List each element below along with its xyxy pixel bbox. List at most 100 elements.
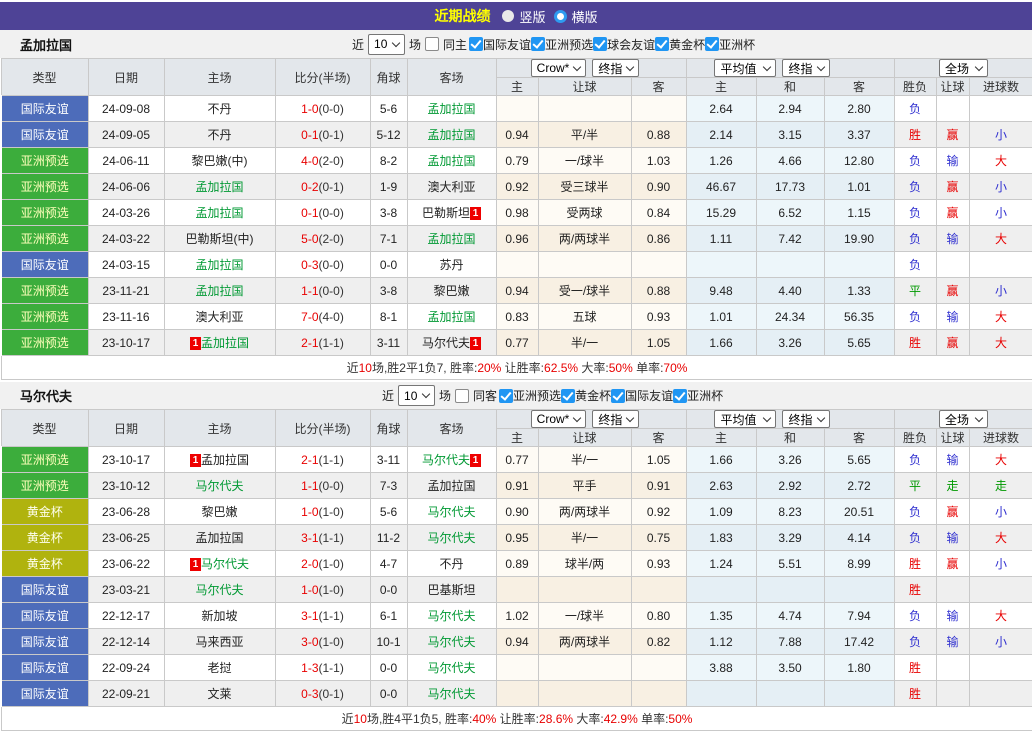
summary-text: 场,胜2平1负7, 胜率: (372, 361, 477, 375)
odds-away-cell: 0.88 (631, 122, 686, 148)
away-team: 不丹 (407, 551, 496, 577)
competition-checkbox[interactable] (655, 37, 669, 51)
home-team: 孟加拉国 (164, 200, 275, 226)
summary-text: 50% (609, 361, 633, 375)
avg-final-select[interactable]: 终指 (782, 410, 829, 428)
col-avg-away: 客 (824, 78, 894, 96)
odds-handicap-cell (538, 655, 631, 681)
scope-select[interactable]: 全场 (939, 59, 988, 77)
type-cell: 亚洲预选 (1, 304, 88, 330)
odds-home-cell: 1.02 (496, 603, 538, 629)
competition-filter[interactable]: 黄金杯 (655, 36, 705, 53)
result-wdl-cell: 平 (894, 473, 936, 499)
competition-checkbox[interactable] (499, 389, 513, 403)
avg-home-cell (686, 681, 756, 707)
competition-filter[interactable]: 亚洲预选 (499, 387, 561, 404)
competition-filter[interactable]: 亚洲杯 (705, 36, 755, 53)
competition-checkbox[interactable] (705, 37, 719, 51)
odds-source-select[interactable]: Crow* (531, 410, 587, 428)
col-corner: 角球 (370, 410, 407, 447)
near-label: 近 (352, 36, 364, 53)
avg-home-cell (686, 577, 756, 603)
home-team: 孟加拉国 (164, 278, 275, 304)
score-cell: 3-0(1-0) (275, 629, 370, 655)
match-row: 国际友谊22-12-17新加坡3-1(1-1)6-1马尔代夫1.02一/球半0.… (1, 603, 1032, 629)
team-section: 孟加拉国 近 10 场 同主 国际友谊亚洲预选球会友谊黄金杯亚洲杯 类型 日期 (0, 30, 1032, 380)
radio-selected-icon[interactable] (502, 10, 514, 22)
competition-filter[interactable]: 国际友谊 (469, 36, 531, 53)
odds-away-cell: 0.92 (631, 499, 686, 525)
col-home: 主场 (164, 59, 275, 96)
result-handicap-cell: 赢 (936, 551, 969, 577)
result-handicap-cell: 输 (936, 525, 969, 551)
odds-final-select[interactable]: 终指 (592, 59, 639, 77)
col-away: 客场 (407, 410, 496, 447)
col-type: 类型 (1, 410, 88, 447)
summary-text: 让胜率: (496, 712, 539, 726)
summary-text: 10 (354, 712, 367, 726)
corners-cell: 0-0 (370, 681, 407, 707)
avg-away-cell: 1.01 (824, 174, 894, 200)
odds-home-cell: 0.77 (496, 330, 538, 356)
same-side-checkbox[interactable] (425, 37, 439, 51)
games-count-select[interactable]: 10 (398, 385, 435, 406)
summary-row: 近10场,胜2平1负7, 胜率:20% 让胜率:62.5% 大率:50% 单率:… (1, 356, 1032, 380)
summary-text: 10 (359, 361, 372, 375)
layout-radio-horizontal[interactable]: 横版 (554, 7, 598, 26)
result-goals-cell (969, 96, 1032, 122)
score-cell: 5-0(2-0) (275, 226, 370, 252)
result-wdl-cell: 负 (894, 525, 936, 551)
match-row: 黄金杯23-06-28黎巴嫩1-0(1-0)5-6马尔代夫0.90两/两球半0.… (1, 499, 1032, 525)
competition-filter[interactable]: 黄金杯 (561, 387, 611, 404)
competition-checkbox[interactable] (673, 389, 687, 403)
col-type: 类型 (1, 59, 88, 96)
avg-source-select[interactable]: 平均值 (714, 410, 776, 428)
competition-filter[interactable]: 球会友谊 (593, 36, 655, 53)
competition-checkbox[interactable] (531, 37, 545, 51)
avg-away-cell: 5.65 (824, 447, 894, 473)
avg-source-select[interactable]: 平均值 (714, 59, 776, 77)
avg-away-cell: 56.35 (824, 304, 894, 330)
odds-away-cell (631, 577, 686, 603)
red-card-badge: 1 (470, 207, 481, 220)
corners-cell: 10-1 (370, 629, 407, 655)
games-count-select[interactable]: 10 (368, 34, 405, 55)
home-team: 文莱 (164, 681, 275, 707)
competition-filter[interactable]: 亚洲预选 (531, 36, 593, 53)
chevron-down-icon (626, 62, 634, 70)
filter-controls: 近 10 场 同客 亚洲预选黄金杯国际友谊亚洲杯 (382, 382, 723, 409)
summary-text: 62.5% (544, 361, 578, 375)
same-side-checkbox[interactable] (455, 389, 469, 403)
red-card-badge: 1 (190, 558, 201, 571)
avg-final-select[interactable]: 终指 (782, 59, 829, 77)
scope-select[interactable]: 全场 (939, 410, 988, 428)
match-row: 亚洲预选23-10-12马尔代夫1-1(0-0)7-3孟加拉国0.91平手0.9… (1, 473, 1032, 499)
layout-radio-vertical[interactable]: 竖版 (502, 7, 545, 26)
competition-label: 国际友谊 (625, 387, 673, 404)
odds-home-cell (496, 681, 538, 707)
away-team: 马尔代夫 (407, 629, 496, 655)
competition-checkbox[interactable] (611, 389, 625, 403)
competition-filter[interactable]: 亚洲杯 (673, 387, 723, 404)
competition-label: 亚洲预选 (545, 36, 593, 53)
type-cell: 国际友谊 (1, 252, 88, 278)
competition-filter[interactable]: 国际友谊 (611, 387, 673, 404)
odds-away-cell (631, 655, 686, 681)
competition-filters: 亚洲预选黄金杯国际友谊亚洲杯 (499, 387, 723, 404)
home-team: 马尔代夫 (164, 577, 275, 603)
odds-source-select[interactable]: Crow* (531, 59, 587, 77)
avg-away-cell: 2.80 (824, 96, 894, 122)
col-avg-home: 主 (686, 78, 756, 96)
type-cell: 亚洲预选 (1, 148, 88, 174)
avg-away-cell: 1.80 (824, 655, 894, 681)
radio-unselected-icon[interactable] (554, 10, 567, 23)
type-cell: 国际友谊 (1, 629, 88, 655)
games-label: 场 (409, 36, 421, 53)
col-avg-home: 主 (686, 429, 756, 447)
competition-checkbox[interactable] (593, 37, 607, 51)
odds-final-select[interactable]: 终指 (592, 410, 639, 428)
competition-checkbox[interactable] (561, 389, 575, 403)
odds-handicap-cell: 半/一 (538, 330, 631, 356)
avg-away-cell: 1.33 (824, 278, 894, 304)
competition-checkbox[interactable] (469, 37, 483, 51)
